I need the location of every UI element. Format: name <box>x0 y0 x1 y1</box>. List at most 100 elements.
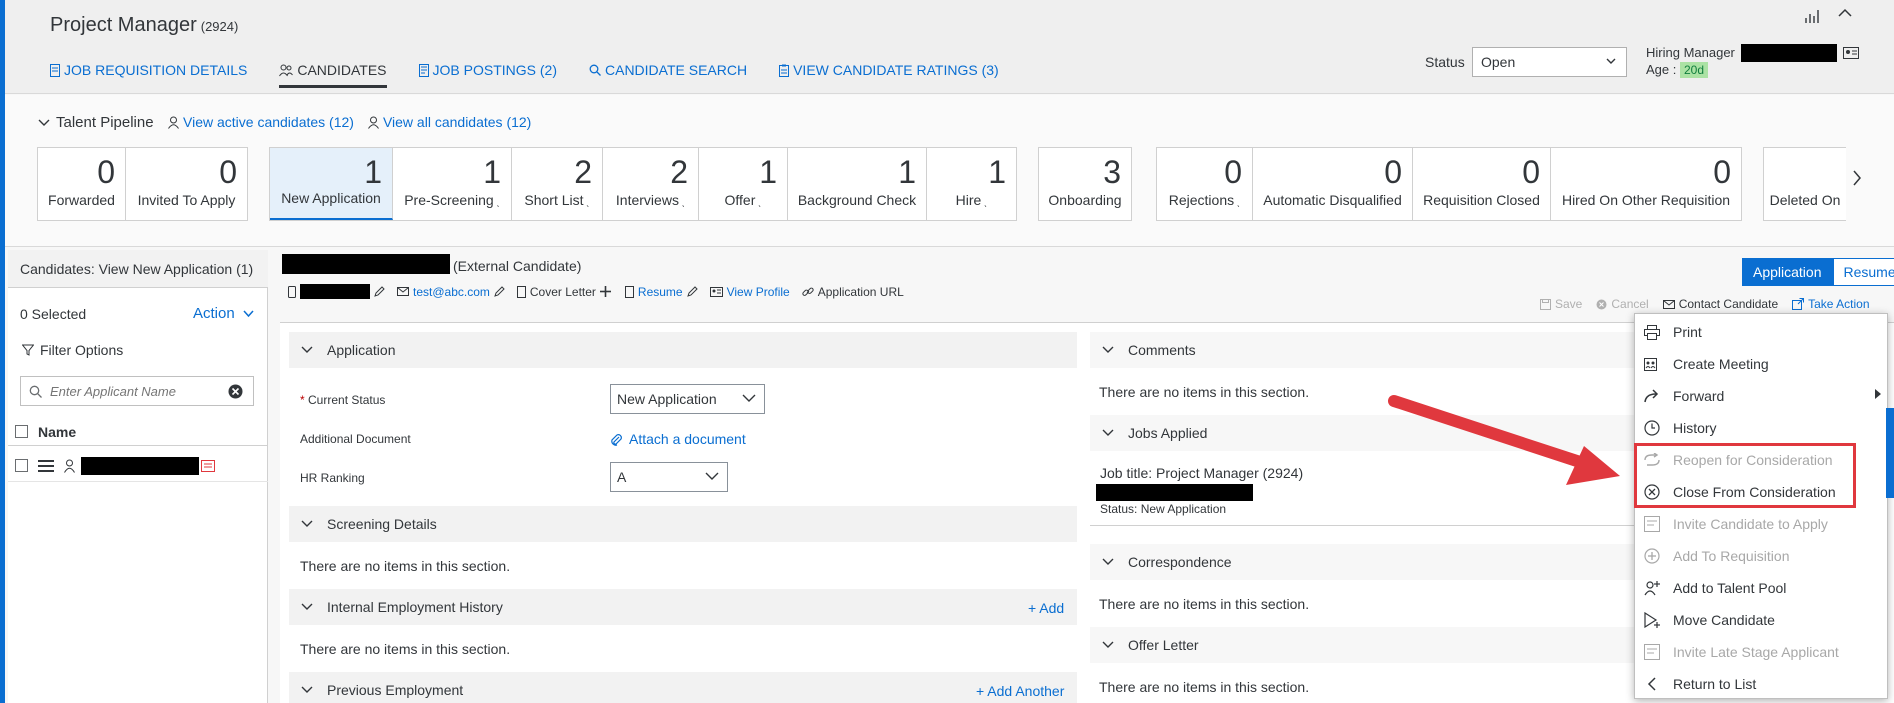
applied-job-title: Job title: Project Manager (2924) <box>1100 465 1304 481</box>
stage-label: Invited To Apply <box>137 192 236 208</box>
edit-icon[interactable] <box>686 286 698 297</box>
chevron-down-icon <box>1606 57 1616 65</box>
view-all-candidates-link[interactable]: View all candidates (12) <box>368 114 531 130</box>
resume-link[interactable]: Resume <box>638 285 683 299</box>
pipeline-stage-interviews[interactable]: 2 Interviews ˎ <box>603 148 699 220</box>
attach-document-label: Attach a document <box>629 431 746 447</box>
chevron-down-icon <box>742 394 756 403</box>
scrollbar-thumb[interactable] <box>1886 408 1894 498</box>
section-correspondence-header[interactable]: Correspondence <box>1090 544 1634 580</box>
stage-label: Rejections ˎ <box>1168 192 1241 208</box>
menu-item-print[interactable]: Print <box>1635 316 1887 348</box>
chevron-right-icon[interactable] <box>1852 170 1862 186</box>
pipeline-stage-offer[interactable]: 1 Offer ˎ <box>699 148 788 220</box>
menu-item-invite-candidate-to-apply[interactable]: Invite Candidate to Apply <box>1635 508 1887 540</box>
view-profile-link[interactable]: View Profile <box>727 285 790 299</box>
candidates-table-header: Name <box>8 418 268 446</box>
add-previous-employment-link[interactable]: + Add Another <box>976 683 1064 699</box>
pipeline-stage-hired-on-other-requisition[interactable]: 0 Hired On Other Requisition <box>1551 148 1741 220</box>
pipeline-stage-short-list[interactable]: 2 Short List ˎ <box>512 148 603 220</box>
menu-item-label: Invite Late Stage Applicant <box>1673 644 1839 660</box>
section-offer-letter-header[interactable]: Offer Letter <box>1090 627 1634 663</box>
pipeline-stage-forwarded[interactable]: 0 Forwarded <box>38 148 126 220</box>
row-checkbox[interactable] <box>15 459 28 472</box>
tab-job-postings[interactable]: JOB POSTINGS (2) <box>418 58 557 88</box>
paperclip-icon <box>610 433 623 446</box>
stage-label: New Application <box>281 190 381 206</box>
menu-item-label: Print <box>1673 324 1702 340</box>
tab-candidates[interactable]: CANDIDATES <box>279 58 387 88</box>
action-menu-button[interactable]: Action <box>193 305 254 322</box>
add-icon[interactable] <box>599 286 611 297</box>
menu-item-invite-late-stage-applicant[interactable]: Invite Late Stage Applicant <box>1635 636 1887 668</box>
section-application-header[interactable]: Application <box>289 332 1077 368</box>
contact-candidate-button[interactable]: Contact Candidate <box>1662 297 1778 311</box>
chevron-up-icon[interactable] <box>1838 8 1852 24</box>
menu-item-forward[interactable]: Forward <box>1635 380 1887 412</box>
menu-item-add-to-requisition[interactable]: Add To Requisition <box>1635 540 1887 572</box>
stage-label: Onboarding <box>1048 192 1122 208</box>
profile-card-icon <box>709 286 723 297</box>
table-row[interactable] <box>8 450 268 482</box>
annotation-arrow <box>1388 395 1620 485</box>
view-active-candidates-link[interactable]: View active candidates (12) <box>168 114 354 130</box>
tab-view-candidate-ratings[interactable]: VIEW CANDIDATE RATINGS (3) <box>779 58 999 88</box>
chevron-down-icon <box>243 309 254 318</box>
pipeline-stage-pre-screening[interactable]: 1 Pre-Screening ˎ <box>393 148 512 220</box>
caret-icon: ˎ <box>755 197 762 208</box>
edit-icon[interactable] <box>494 286 505 297</box>
menu-item-label: Move Candidate <box>1673 612 1775 628</box>
tab-job-requisition-details[interactable]: JOB REQUISITION DETAILS <box>50 58 247 88</box>
clear-icon[interactable] <box>228 384 243 399</box>
talent-pipeline-toggle[interactable]: Talent Pipeline <box>38 114 154 131</box>
pipeline-stage-requisition-closed[interactable]: 0 Requisition Closed <box>1413 148 1551 220</box>
pipeline-stage-new-application[interactable]: 1 New Application <box>270 148 393 220</box>
tab-label: JOB REQUISITION DETAILS <box>64 62 248 78</box>
header-actions <box>1804 8 1852 24</box>
menu-item-history[interactable]: History <box>1635 412 1887 444</box>
current-status-select[interactable]: New Application <box>610 384 765 414</box>
link-text: View active candidates (12) <box>183 114 354 130</box>
filter-options[interactable]: Filter Options <box>22 342 123 358</box>
section-title: Jobs Applied <box>1128 425 1208 441</box>
section-internal-employment-header[interactable]: Internal Employment History <box>289 589 1077 625</box>
take-action-button[interactable]: Take Action <box>1792 297 1870 311</box>
email-link[interactable]: test@abc.com <box>413 285 490 299</box>
menu-item-return-to-list[interactable]: Return to List <box>1635 668 1887 700</box>
resume-view-button[interactable]: Resume <box>1832 258 1894 286</box>
stage-label: Forwarded <box>48 192 115 208</box>
pipeline-stage-rejections[interactable]: 0 Rejections ˎ <box>1157 148 1253 220</box>
job-title: Project Manager <box>50 14 197 36</box>
menu-item-create-meeting[interactable]: Create Meeting <box>1635 348 1887 380</box>
add-internal-employment-link[interactable]: + Add <box>1028 600 1064 616</box>
pipeline-stage-hire[interactable]: 1 Hire ˎ <box>927 148 1016 220</box>
application-url-item[interactable]: Application URL <box>802 285 904 299</box>
section-screening-header[interactable]: Screening Details <box>289 506 1077 542</box>
status-select[interactable]: Open <box>1472 47 1627 77</box>
pipeline-stage-deleted-on[interactable]: Deleted On <box>1764 148 1846 220</box>
pipeline-stage-background-check[interactable]: 1 Background Check <box>788 148 927 220</box>
menu-item-move-candidate[interactable]: Move Candidate <box>1635 604 1887 636</box>
bar-chart-icon[interactable] <box>1804 8 1822 24</box>
attach-document-link[interactable]: Attach a document <box>610 431 746 447</box>
stage-count: 2 <box>574 154 592 190</box>
field-label-text: Current Status <box>308 393 386 407</box>
tab-candidate-search[interactable]: CANDIDATE SEARCH <box>589 58 747 88</box>
pipeline-stage-onboarding[interactable]: 3 Onboarding <box>1039 148 1131 220</box>
stage-count: 0 <box>1713 154 1731 190</box>
cancel-button[interactable]: Cancel <box>1596 297 1649 311</box>
redacted-name <box>1740 44 1837 62</box>
hr-ranking-select[interactable]: A <box>610 462 728 492</box>
drag-handle-icon[interactable] <box>38 459 54 472</box>
save-button[interactable]: Save <box>1540 297 1582 311</box>
pipeline-stage-invited-to-apply[interactable]: 0 Invited To Apply <box>126 148 247 220</box>
applicant-search-input[interactable] <box>50 383 220 399</box>
select-all-checkbox[interactable] <box>15 425 28 438</box>
edit-icon[interactable] <box>374 286 385 297</box>
application-view-button[interactable]: Application <box>1742 258 1833 286</box>
contact-card-icon[interactable] <box>1842 47 1859 59</box>
pipeline-stage-automatic-disqualified[interactable]: 0 Automatic Disqualified <box>1253 148 1413 220</box>
section-previous-employment-header[interactable]: Previous Employment <box>289 672 1077 703</box>
menu-item-add-to-talent-pool[interactable]: Add to Talent Pool <box>1635 572 1887 604</box>
section-comments-header[interactable]: Comments <box>1090 332 1634 368</box>
